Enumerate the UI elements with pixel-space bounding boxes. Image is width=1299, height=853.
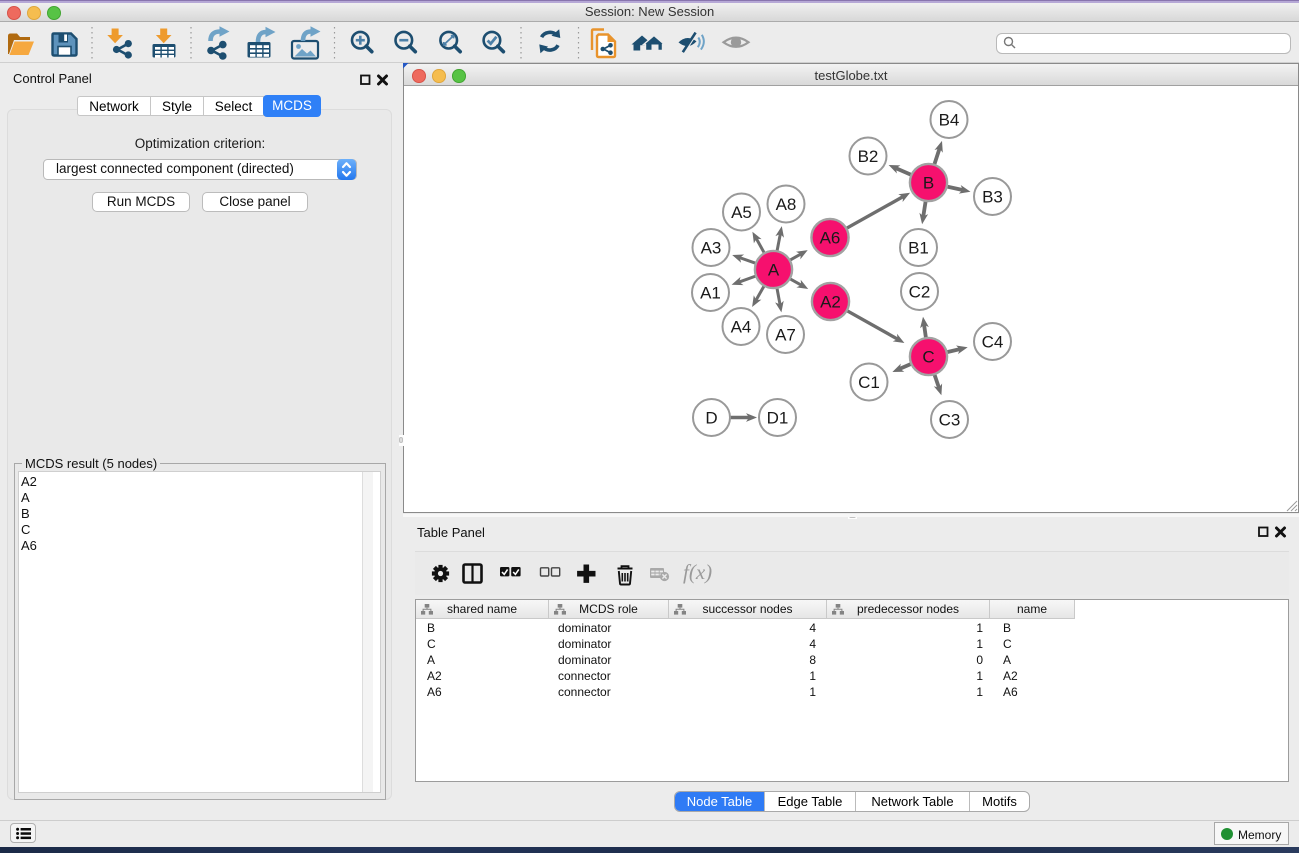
svg-text:A2: A2 — [820, 293, 841, 312]
svg-text:B3: B3 — [982, 188, 1003, 207]
svg-text:B2: B2 — [858, 147, 879, 166]
svg-text:A3: A3 — [701, 239, 722, 258]
svg-text:A4: A4 — [731, 318, 752, 337]
svg-text:A7: A7 — [775, 326, 796, 345]
svg-text:B4: B4 — [939, 111, 960, 130]
svg-text:C3: C3 — [939, 411, 961, 430]
svg-text:D1: D1 — [767, 409, 789, 428]
svg-text:A6: A6 — [820, 229, 841, 248]
svg-text:D: D — [705, 409, 717, 428]
svg-text:B: B — [923, 174, 934, 193]
svg-text:A1: A1 — [700, 284, 721, 303]
svg-text:C1: C1 — [858, 373, 880, 392]
svg-text:A: A — [768, 261, 780, 280]
svg-text:C: C — [922, 348, 934, 367]
svg-text:C2: C2 — [909, 283, 931, 302]
svg-text:A8: A8 — [776, 195, 797, 214]
svg-text:C4: C4 — [982, 333, 1004, 352]
svg-text:A5: A5 — [731, 203, 752, 222]
svg-text:B1: B1 — [908, 239, 929, 258]
